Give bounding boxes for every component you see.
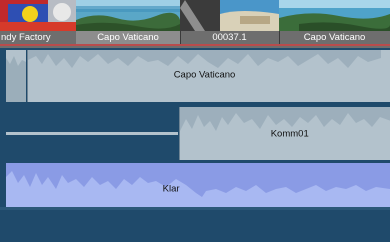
audio-track-3: Klar xyxy=(0,162,390,212)
clip-label: Capo Vaticano xyxy=(76,31,180,44)
audio-clip[interactable]: Capo Vaticano xyxy=(27,50,382,102)
audio-track-1: Capo Vaticano xyxy=(0,48,390,105)
track-divider xyxy=(0,207,390,210)
video-clip[interactable]: Capo Vaticano xyxy=(279,0,390,44)
clip-label: ndy Factory xyxy=(1,32,51,43)
audio-clip-selected[interactable]: Klar xyxy=(6,163,390,207)
empty-track-area xyxy=(0,212,390,242)
clip-label: Capo Vaticano xyxy=(303,32,366,43)
audio-clip[interactable]: Komm01 xyxy=(179,107,390,160)
timeline-marker-line xyxy=(0,44,390,46)
audio-clip-fragment[interactable] xyxy=(381,50,390,102)
audio-track-2: Komm01 xyxy=(0,105,390,162)
audio-clip-label: Capo Vaticano xyxy=(173,69,236,81)
video-track: ndy Factory Capo Vaticano 00037.1 Capo V… xyxy=(0,0,390,48)
audio-clip-label: Klar xyxy=(162,183,180,195)
clip-label: 00037.1 xyxy=(212,32,247,43)
audio-gap-line xyxy=(6,132,178,135)
clip-thumbnail xyxy=(0,0,76,31)
clip-thumbnail xyxy=(279,0,390,31)
clip-thumbnail xyxy=(180,0,279,31)
clip-thumbnail xyxy=(76,0,180,31)
video-clip-selected[interactable]: Capo Vaticano xyxy=(76,0,181,44)
audio-clip-fragment[interactable] xyxy=(6,50,26,102)
video-clip[interactable]: 00037.1 xyxy=(180,0,280,44)
timeline-editor: ndy Factory Capo Vaticano 00037.1 Capo V… xyxy=(0,0,390,242)
video-clip[interactable]: ndy Factory xyxy=(0,0,77,44)
audio-clip-label: Komm01 xyxy=(270,128,309,139)
